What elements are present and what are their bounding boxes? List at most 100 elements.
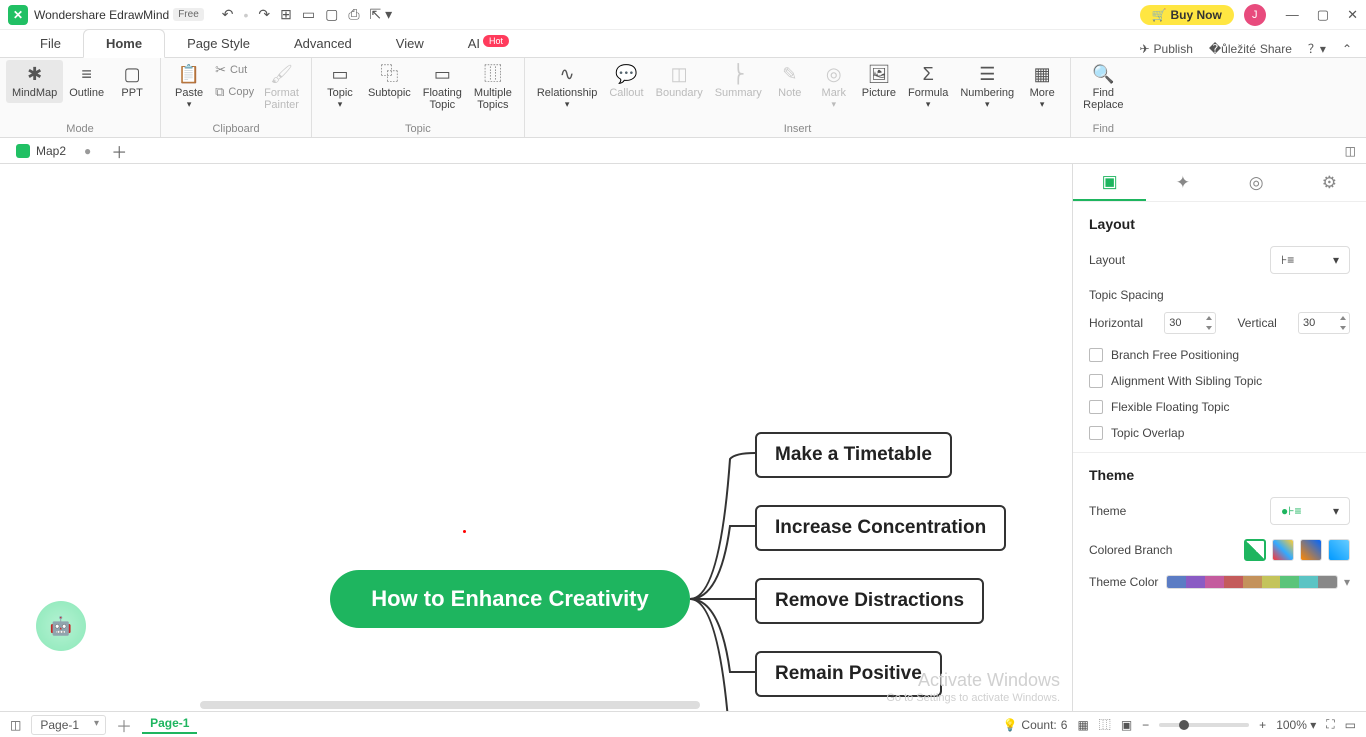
tab-advanced[interactable]: Advanced	[272, 30, 374, 57]
publish-button[interactable]: ✈ Publish	[1139, 42, 1192, 56]
doc-tab-label: Map2	[36, 144, 66, 158]
close-icon[interactable]: ✕	[1347, 7, 1358, 23]
help-icon[interactable]: ？▾	[1308, 40, 1326, 57]
branch-swatch-1[interactable]	[1244, 539, 1266, 561]
panel-toggle-icon[interactable]: ◫	[1345, 144, 1366, 158]
ribbon: ✱MindMap ≡Outline ▢PPT Mode 📋Paste▾ ✂Cut…	[0, 58, 1366, 138]
flexible-floating-checkbox[interactable]: Flexible Floating Topic	[1089, 400, 1350, 414]
branch-4[interactable]: Remain Positive	[755, 651, 942, 697]
summary-button[interactable]: ⎬Summary	[709, 60, 768, 103]
panel-tab-style[interactable]: ✦	[1146, 164, 1219, 201]
minimize-icon[interactable]: —	[1286, 7, 1299, 23]
branch-3[interactable]: Remove Distractions	[755, 578, 984, 624]
mindmap-mode-button[interactable]: ✱MindMap	[6, 60, 63, 103]
paste-button[interactable]: 📋Paste▾	[167, 60, 211, 114]
cut-button[interactable]: ✂Cut	[211, 60, 258, 80]
format-painter-button[interactable]: 🖌Format Painter	[258, 60, 305, 116]
checkbox-icon	[1089, 400, 1103, 414]
layout-dropdown[interactable]: ⊦≡▾	[1270, 246, 1350, 274]
formula-button[interactable]: ΣFormula▾	[902, 60, 954, 114]
view-fit-icon[interactable]: ⿲	[1099, 716, 1111, 733]
relationship-button[interactable]: ∿Relationship▾	[531, 60, 604, 114]
page-selector[interactable]: Page-1	[31, 715, 106, 735]
fullscreen-icon[interactable]: ⛶	[1326, 717, 1334, 732]
tab-home[interactable]: Home	[83, 29, 165, 58]
zoom-value[interactable]: 100% ▾	[1276, 718, 1316, 732]
panel-tab-layout[interactable]: ▣	[1073, 164, 1146, 201]
branch-swatch-4[interactable]	[1328, 539, 1350, 561]
picture-button[interactable]: 🖼Picture	[856, 60, 902, 103]
central-topic[interactable]: How to Enhance Creativity	[330, 570, 690, 628]
zoom-in-icon[interactable]: +	[1259, 718, 1266, 732]
branch-free-checkbox[interactable]: Branch Free Positioning	[1089, 348, 1350, 362]
copy-button[interactable]: ⧉Copy	[211, 82, 258, 102]
floating-topic-button[interactable]: ▭Floating Topic	[417, 60, 468, 116]
tab-view[interactable]: View	[374, 30, 446, 57]
vertical-spinner[interactable]: 30	[1298, 312, 1350, 334]
cut-icon: ✂	[215, 62, 226, 78]
zoom-out-icon[interactable]: −	[1142, 718, 1149, 732]
mark-button[interactable]: ◎Mark▾	[812, 60, 856, 114]
redo-icon[interactable]: ↷	[258, 6, 270, 23]
theme-label: Theme	[1089, 504, 1126, 518]
add-document-button[interactable]: ＋	[111, 139, 127, 163]
canvas[interactable]: How to Enhance Creativity Make a Timetab…	[0, 164, 1072, 711]
panel-tab-settings[interactable]: ⚙	[1293, 164, 1366, 201]
new-icon[interactable]: ⊞	[280, 6, 292, 23]
user-avatar[interactable]: J	[1244, 4, 1266, 26]
branch-swatch-3[interactable]	[1300, 539, 1322, 561]
add-page-button[interactable]: ＋	[116, 713, 132, 737]
tab-ai[interactable]: AIHot	[446, 30, 531, 57]
branch-swatch-2[interactable]	[1272, 539, 1294, 561]
more-button[interactable]: ▦More▾	[1020, 60, 1064, 114]
formula-icon: Σ	[923, 64, 934, 85]
view-grid-icon[interactable]: ▦	[1077, 718, 1088, 732]
save-icon[interactable]: ▢	[325, 6, 338, 23]
tab-file[interactable]: File	[18, 30, 83, 57]
floating-label: Floating Topic	[423, 87, 462, 112]
floating-icon: ▭	[434, 64, 451, 85]
multiple-label: Multiple Topics	[474, 87, 512, 112]
print-icon[interactable]: ⎙	[348, 6, 359, 23]
topic-label: Topic	[327, 87, 353, 100]
horizontal-scrollbar[interactable]	[200, 701, 700, 709]
sidebar-toggle-icon[interactable]: ◫	[10, 718, 21, 732]
topic-icon: ▭	[331, 64, 348, 85]
ai-assistant-button[interactable]: 🤖	[36, 601, 86, 651]
topic-button[interactable]: ▭Topic▾	[318, 60, 362, 114]
share-button[interactable]: �ůležité Share	[1209, 42, 1292, 56]
boundary-button[interactable]: ◫Boundary	[650, 60, 709, 103]
view-center-icon[interactable]: ▣	[1121, 718, 1132, 732]
horizontal-spinner[interactable]: 30	[1164, 312, 1216, 334]
find-icon: 🔍	[1092, 64, 1114, 85]
buy-now-button[interactable]: 🛒 Buy Now	[1140, 5, 1234, 25]
panel-tab-icon[interactable]: ◎	[1220, 164, 1293, 201]
maximize-icon[interactable]: ▢	[1317, 7, 1329, 23]
find-replace-button[interactable]: 🔍Find Replace	[1077, 60, 1129, 116]
align-sibling-checkbox[interactable]: Alignment With Sibling Topic	[1089, 374, 1350, 388]
topic-overlap-checkbox[interactable]: Topic Overlap	[1089, 426, 1350, 440]
presentation-icon[interactable]: ▭	[1345, 718, 1356, 732]
note-button[interactable]: ✎Note	[768, 60, 812, 103]
open-icon[interactable]: ▭	[302, 6, 315, 23]
theme-dropdown[interactable]: ●⊦≡▾	[1270, 497, 1350, 525]
ppt-mode-button[interactable]: ▢PPT	[110, 60, 154, 103]
undo-icon[interactable]: ↶	[222, 6, 234, 23]
collapse-ribbon-icon[interactable]: ⌃	[1342, 42, 1352, 56]
doc-tab-map2[interactable]: Map2 ●	[6, 141, 101, 161]
branch-1[interactable]: Make a Timetable	[755, 432, 952, 478]
callout-button[interactable]: 💬Callout	[603, 60, 649, 103]
clipboard-group-label: Clipboard	[167, 123, 305, 137]
outline-mode-button[interactable]: ≡Outline	[63, 60, 110, 103]
numbering-button[interactable]: ☰Numbering▾	[954, 60, 1020, 114]
qat-sep: •	[243, 7, 248, 23]
zoom-slider[interactable]	[1159, 723, 1249, 727]
theme-color-strip[interactable]	[1166, 575, 1338, 589]
subtopic-button[interactable]: ⿻Subtopic	[362, 60, 417, 103]
active-page-tab[interactable]: Page-1	[142, 716, 197, 734]
export-icon[interactable]: ⇱ ▾	[370, 6, 393, 23]
branch-2[interactable]: Increase Concentration	[755, 505, 1006, 551]
tab-page-style[interactable]: Page Style	[165, 30, 272, 57]
menu-tabs: File Home Page Style Advanced View AIHot…	[0, 30, 1366, 58]
multiple-topics-button[interactable]: ⿲Multiple Topics	[468, 60, 518, 116]
